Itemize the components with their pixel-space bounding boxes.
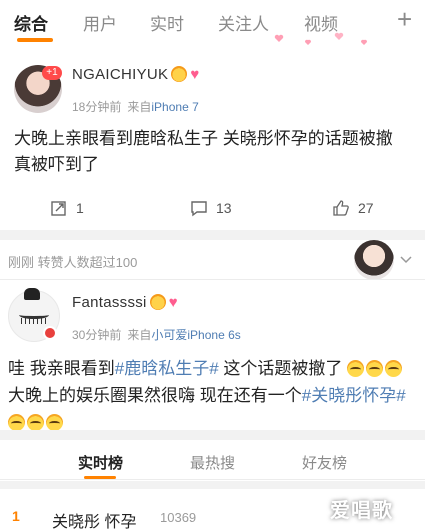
post1-text[interactable]: 大晚上亲眼看到鹿晗私生子 关晓彤怀孕的话题被撤 真被吓到了	[14, 126, 414, 178]
crying-emoji-icon	[8, 414, 25, 431]
crying-emoji-icon	[385, 360, 403, 377]
hot-search-tabs: 实时榜 最热搜 好友榜	[0, 440, 425, 480]
post-time: 30分钟前	[72, 328, 122, 342]
tab-hottest[interactable]: 最热搜	[190, 452, 235, 473]
active-tab-indicator	[84, 476, 116, 479]
crying-emoji-icon	[366, 360, 384, 377]
watermark-text: 爱唱歌	[330, 500, 393, 522]
crying-emoji-icon	[27, 414, 44, 431]
plus-icon[interactable]: +	[397, 6, 412, 32]
post2-text[interactable]: 哇 我亲眼看到#鹿晗私生子# 这个话题被撤了 大晚上的娱乐圈果然很嗨 现在还有一…	[8, 355, 418, 436]
member-badge: +1	[42, 66, 62, 80]
active-tab-indicator	[17, 38, 53, 42]
fire-face-icon	[149, 294, 166, 310]
username[interactable]: NGAICHIYUK	[72, 66, 168, 83]
heart-icon: ♥	[190, 66, 200, 83]
hashtag-link[interactable]: #关晓彤怀孕#	[302, 386, 406, 405]
hot-search-count: 10369	[160, 510, 197, 525]
post-text-segment: 大晚上的娱乐圈果然很嗨 现在还有一个	[8, 386, 302, 405]
tab-friends-rank[interactable]: 好友榜	[302, 452, 347, 473]
tab-following[interactable]: 关注人	[218, 10, 269, 35]
retweet-notice: 刚刚 转赞人数超过100	[8, 255, 138, 270]
tab-realtime-rank[interactable]: 实时榜	[78, 452, 123, 473]
retweeter-avatar[interactable]	[354, 240, 394, 280]
post-text-segment: 哇 我亲眼看到	[8, 359, 115, 378]
post-time: 18分钟前	[72, 100, 122, 114]
post-text-segment: 这个话题被撤了	[218, 359, 348, 378]
repost-button[interactable]: 1	[50, 199, 84, 217]
hot-rank: 1	[12, 508, 20, 524]
repost-icon	[51, 201, 66, 216]
divider	[0, 430, 425, 440]
like-button[interactable]: 27	[332, 199, 374, 217]
post1-meta: 18分钟前 来自iPhone 7	[72, 98, 199, 115]
post2-username-row[interactable]: Fantassssi ♥	[72, 294, 178, 311]
comment-button[interactable]: 13	[190, 199, 232, 217]
repost-count: 1	[76, 200, 84, 216]
tab-users[interactable]: 用户	[83, 10, 117, 35]
decoration-hearts-icon	[274, 32, 368, 45]
post2-meta: 30分钟前 来自小可爱iPhone 6s	[72, 326, 241, 343]
tab-realtime[interactable]: 实时	[150, 10, 184, 35]
source-link[interactable]: iPhone 7	[151, 100, 198, 114]
thumbs-up-icon	[333, 200, 349, 216]
divider	[0, 481, 425, 489]
comment-icon	[191, 201, 207, 217]
hot-search-title[interactable]: 关晓彤 怀孕	[52, 508, 136, 529]
avatar-lashes	[21, 318, 47, 324]
like-count: 27	[358, 200, 374, 216]
hashtag-link[interactable]: #鹿晗私生子#	[115, 359, 219, 378]
verified-badge-icon	[43, 326, 57, 340]
username[interactable]: Fantassssi	[72, 294, 147, 311]
crying-emoji-icon	[347, 360, 365, 377]
comment-count: 13	[216, 200, 232, 216]
heart-icon: ♥	[168, 294, 178, 311]
post1-action-bar: 1 13 27	[0, 193, 425, 223]
divider	[0, 279, 425, 280]
fire-face-icon	[171, 66, 188, 82]
tab-comprehensive[interactable]: 综合	[14, 10, 48, 35]
chevron-down-icon[interactable]	[400, 256, 412, 264]
crying-emoji-icon	[46, 414, 63, 431]
post1-username-row[interactable]: NGAICHIYUK ♥	[72, 66, 200, 83]
source-prefix: 来自	[127, 100, 152, 114]
divider	[0, 230, 425, 240]
avatar-crown-icon	[24, 288, 40, 300]
source-link[interactable]: 小可爱iPhone 6s	[151, 328, 240, 342]
source-prefix: 来自	[127, 328, 152, 342]
